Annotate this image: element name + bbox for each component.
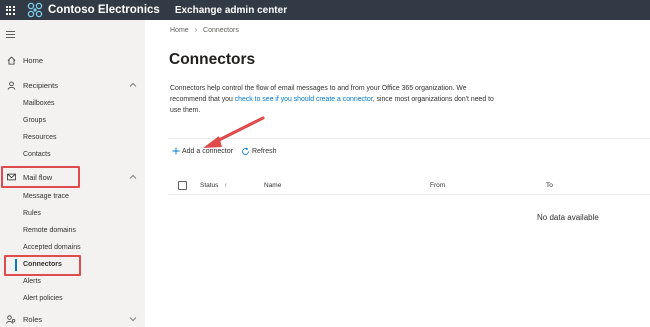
breadcrumb-current: Connectors — [203, 27, 239, 34]
sort-ascending-icon: ↑ — [224, 182, 228, 189]
select-all-checkbox[interactable] — [178, 181, 187, 190]
empty-state-text: No data available — [537, 213, 599, 222]
sidebar-subitem-message-trace[interactable]: Message trace — [23, 191, 69, 203]
column-from[interactable]: From — [430, 182, 445, 189]
sidebar-subitem-groups[interactable]: Groups — [23, 115, 46, 127]
create-connector-help-link[interactable]: check to see if you should create a conn… — [235, 96, 373, 103]
breadcrumb-home[interactable]: Home — [170, 27, 189, 34]
person-icon — [6, 80, 16, 90]
chevron-down-icon — [129, 315, 137, 323]
mail-flow-highlight-box — [1, 166, 80, 188]
plus-icon — [171, 147, 180, 156]
chevron-up-icon — [129, 81, 137, 89]
chevron-up-icon — [129, 173, 137, 181]
connectors-highlight-box — [4, 255, 81, 276]
page-description: Connectors help control the flow of emai… — [170, 83, 500, 116]
table-header: Status ↑ Name From To — [169, 179, 650, 195]
breadcrumb-chevron-icon: › — [194, 27, 198, 34]
sidebar-subitem-alert-policies[interactable]: Alert policies — [23, 293, 63, 305]
contoso-logo-icon — [26, 1, 44, 19]
sidebar-subitem-mailboxes[interactable]: Mailboxes — [23, 98, 55, 110]
sidebar-item-roles[interactable]: Roles — [0, 311, 145, 327]
app-title: Exchange admin center — [174, 4, 288, 16]
hamburger-menu-icon[interactable] — [6, 31, 15, 40]
sidebar-subitem-alerts[interactable]: Alerts — [23, 276, 41, 288]
column-to[interactable]: To — [546, 182, 553, 189]
top-bar: Contoso Electronics Exchange admin cente… — [0, 0, 650, 20]
toolbar-divider — [169, 138, 650, 139]
refresh-icon — [241, 147, 250, 156]
page-title: Connectors — [169, 51, 256, 68]
sidebar-subitem-contacts[interactable]: Contacts — [23, 149, 51, 161]
sidebar-subitem-accepted-domains[interactable]: Accepted domains — [23, 242, 81, 254]
sidebar-item-label: Recipients — [23, 80, 59, 90]
refresh-button[interactable]: Refresh — [241, 147, 277, 156]
roles-icon — [6, 314, 16, 324]
sidebar-subitem-remote-domains[interactable]: Remote domains — [23, 225, 76, 237]
main-content: Home › Connectors Connectors Connectors … — [145, 20, 650, 327]
sidebar-item-recipients[interactable]: Recipients — [0, 77, 145, 93]
sidebar-subitem-resources[interactable]: Resources — [23, 132, 56, 144]
sidebar-item-label: Roles — [23, 314, 43, 324]
command-bar: Add a connector Refresh — [171, 144, 277, 158]
column-status-label: Status — [200, 182, 219, 189]
add-connector-button[interactable]: Add a connector — [171, 147, 233, 156]
sidebar-item-home[interactable]: Home — [0, 52, 145, 68]
breadcrumb: Home › Connectors — [170, 27, 239, 34]
brand-name[interactable]: Contoso Electronics — [48, 4, 160, 16]
home-icon — [6, 55, 16, 65]
sidebar-subitem-rules[interactable]: Rules — [23, 208, 41, 220]
column-status[interactable]: Status ↑ — [200, 182, 228, 189]
add-connector-label: Add a connector — [182, 147, 233, 155]
sidebar-nav: Home Recipients Mailboxes Groups Resourc… — [0, 20, 145, 327]
app-launcher-icon[interactable] — [2, 0, 18, 20]
sidebar-item-label: Home — [23, 55, 44, 65]
column-name[interactable]: Name — [264, 182, 281, 189]
refresh-label: Refresh — [251, 147, 277, 155]
